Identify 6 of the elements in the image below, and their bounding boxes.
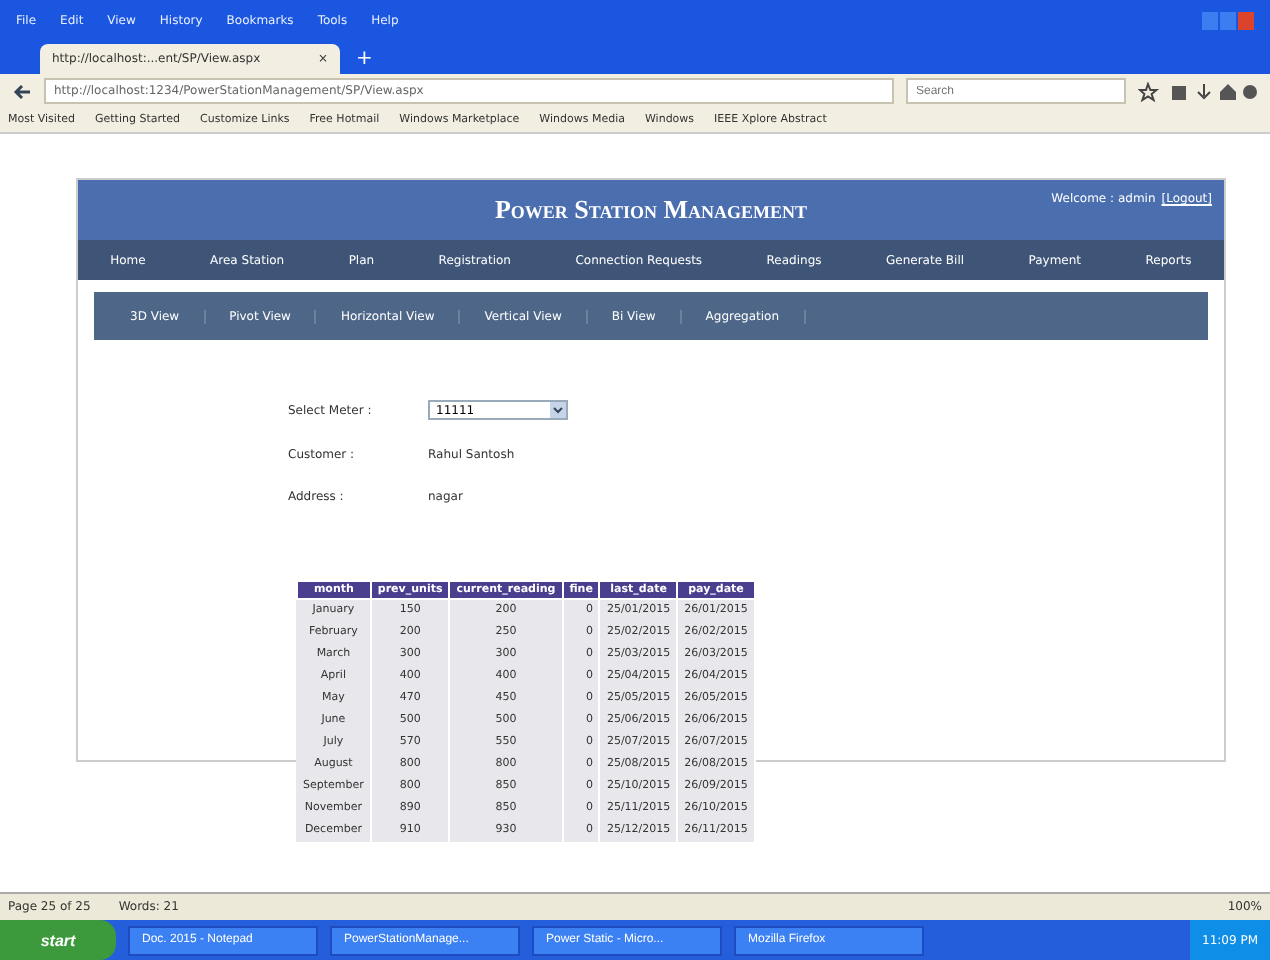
new-tab-button[interactable]: + [356, 48, 373, 74]
back-icon[interactable] [12, 81, 32, 101]
site-title: Power Station Management [494, 194, 808, 226]
toolbar-icons-drawing [1138, 81, 1258, 101]
start-button[interactable]: start [0, 920, 116, 960]
caret-icon [550, 402, 566, 418]
